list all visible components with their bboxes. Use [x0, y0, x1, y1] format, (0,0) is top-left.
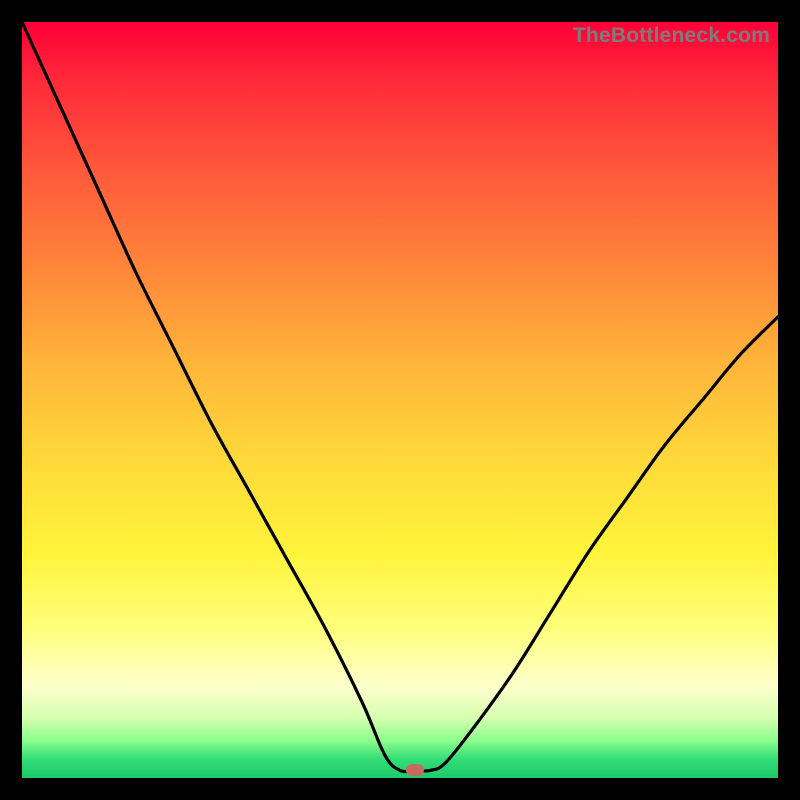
curve-path — [22, 22, 778, 772]
bottleneck-curve — [22, 22, 778, 778]
optimal-point-marker — [406, 764, 424, 776]
plot-area: TheBottleneck.com — [22, 22, 778, 778]
chart-frame: TheBottleneck.com — [0, 0, 800, 800]
